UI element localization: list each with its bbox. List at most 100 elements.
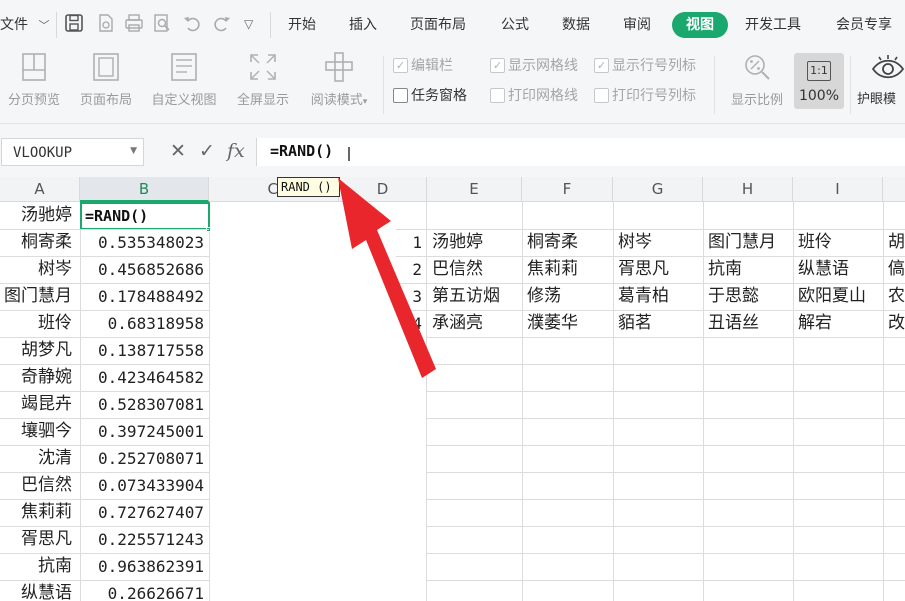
cell-a7[interactable]: 奇静婉	[0, 364, 80, 391]
group-number[interactable]: 4	[396, 310, 426, 337]
sheet-grid[interactable]: 汤驰婷 桐寄柔 树岑 图门慧月 班伶 胡梦凡 奇静婉 竭昆卉 壤驷今 沈清 巴信…	[0, 202, 905, 601]
cell-b7[interactable]: 0.423464582	[81, 364, 208, 391]
group-number[interactable]: 2	[396, 256, 426, 283]
group-cell[interactable]: 巴信然	[427, 256, 522, 283]
cell-a3[interactable]: 树岑	[0, 256, 80, 283]
cell-b2[interactable]: 0.535348023	[81, 229, 208, 256]
cell-a15[interactable]: 纵慧语	[0, 580, 80, 601]
group-cell[interactable]: 修荡	[522, 283, 613, 310]
group-cell[interactable]: 班伶	[793, 229, 883, 256]
function-tooltip[interactable]: RAND ()	[277, 177, 340, 197]
group-cell[interactable]: 焦莉莉	[522, 256, 613, 283]
group-number[interactable]: 1	[396, 229, 426, 256]
cell-b11[interactable]: 0.073433904	[81, 472, 208, 499]
cell-a5[interactable]: 班伶	[0, 310, 80, 337]
group-cell[interactable]: 纵慧语	[793, 256, 883, 283]
active-cell-b1[interactable]: =RAND()	[80, 202, 210, 230]
print-preview-icon[interactable]	[152, 13, 172, 38]
column-header-f[interactable]: F	[522, 177, 613, 202]
export-pdf-icon[interactable]	[96, 13, 116, 38]
tab-review[interactable]: 审阅	[623, 14, 651, 34]
group-cell[interactable]: 第五访烟	[427, 283, 522, 310]
zoom-button[interactable]: 显示比例	[722, 50, 792, 108]
group-cell[interactable]: 解宕	[793, 310, 883, 337]
formula-input[interactable]: =RAND()	[256, 138, 905, 166]
cancel-icon[interactable]: ✕	[170, 140, 186, 162]
cell-b4[interactable]: 0.178488492	[81, 283, 208, 310]
column-header-g[interactable]: G	[613, 177, 703, 202]
group-cell[interactable]: 汤驰婷	[427, 229, 522, 256]
cell-a11[interactable]: 巴信然	[0, 472, 80, 499]
cell-b13[interactable]: 0.225571243	[81, 526, 208, 553]
file-menu[interactable]: 文件 ﹀	[0, 14, 49, 34]
cell-a14[interactable]: 抗南	[0, 553, 80, 580]
checkbox-show-gridlines[interactable]: ✓显示网格线	[490, 55, 578, 75]
tab-formulas[interactable]: 公式	[501, 14, 529, 34]
page-break-preview-button[interactable]: 分页预览	[2, 50, 66, 108]
group-cell[interactable]: 桐寄柔	[522, 229, 613, 256]
cell-a10[interactable]: 沈清	[0, 445, 80, 472]
cell-a4[interactable]: 图门慧月	[0, 283, 80, 310]
tab-data[interactable]: 数据	[562, 14, 590, 34]
cell-b12[interactable]: 0.727627407	[81, 499, 208, 526]
reading-mode-button[interactable]: 阅读模式▾	[302, 50, 376, 108]
column-header-e[interactable]: E	[427, 177, 522, 202]
checkbox-formula-bar[interactable]: ✓编辑栏	[393, 55, 453, 75]
cell-a13[interactable]: 胥思凡	[0, 526, 80, 553]
group-cell[interactable]: 欧阳夏山	[793, 283, 883, 310]
tab-home[interactable]: 开始	[288, 14, 316, 34]
cell-a12[interactable]: 焦莉莉	[0, 499, 80, 526]
cell-b5[interactable]: 0.68318958	[81, 310, 208, 337]
cell-b14[interactable]: 0.963862391	[81, 553, 208, 580]
cell-a8[interactable]: 竭昆卉	[0, 391, 80, 418]
column-header-b[interactable]: B	[80, 177, 209, 202]
cell-a6[interactable]: 胡梦凡	[0, 337, 80, 364]
custom-view-button[interactable]: 自定义视图	[146, 50, 222, 108]
column-header-h[interactable]: H	[703, 177, 793, 202]
tab-insert[interactable]: 插入	[349, 14, 377, 34]
customize-toolbar-icon[interactable]: ▽	[244, 17, 253, 31]
tab-member[interactable]: 会员专享	[836, 14, 892, 34]
group-cell[interactable]: 抗南	[703, 256, 793, 283]
fullscreen-button[interactable]: 全屏显示	[230, 50, 296, 108]
eye-protection-button[interactable]: 护眼模	[857, 50, 905, 107]
tab-view[interactable]: 视图	[672, 12, 728, 38]
checkbox-print-headings[interactable]: 打印行号列标	[594, 85, 696, 105]
group-cell[interactable]: 胥思凡	[613, 256, 703, 283]
print-icon[interactable]	[124, 13, 144, 38]
tab-page-layout[interactable]: 页面布局	[410, 14, 466, 34]
checkbox-print-gridlines[interactable]: 打印网格线	[490, 85, 578, 105]
group-cell[interactable]: 葛青柏	[613, 283, 703, 310]
group-number[interactable]: 3	[396, 283, 426, 310]
cell-a1[interactable]: 汤驰婷	[0, 202, 80, 229]
cell-b8[interactable]: 0.528307081	[81, 391, 208, 418]
tab-developer[interactable]: 开发工具	[745, 14, 801, 34]
group-cell[interactable]: 傐	[883, 256, 905, 283]
group-cell[interactable]: 改	[883, 310, 905, 337]
group-cell[interactable]: 农	[883, 283, 905, 310]
cell-b10[interactable]: 0.252708071	[81, 445, 208, 472]
zoom-100-button[interactable]: 1:1 100%	[794, 53, 844, 109]
column-header-a[interactable]: A	[0, 177, 80, 202]
group-cell[interactable]: 树岑	[613, 229, 703, 256]
group-cell[interactable]: 貊茗	[613, 310, 703, 337]
cell-b9[interactable]: 0.397245001	[81, 418, 208, 445]
group-cell[interactable]: 胡	[883, 229, 905, 256]
cell-a2[interactable]: 桐寄柔	[0, 229, 80, 256]
redo-icon[interactable]	[212, 13, 232, 38]
chevron-down-icon[interactable]: ▼	[130, 146, 137, 156]
checkbox-task-pane[interactable]: 任务窗格	[393, 85, 467, 105]
column-header-d[interactable]: D	[339, 177, 427, 202]
checkbox-show-headings[interactable]: ✓显示行号列标	[594, 55, 696, 75]
group-cell[interactable]: 濮萎华	[522, 310, 613, 337]
insert-function-icon[interactable]: fx	[227, 140, 245, 162]
undo-icon[interactable]	[182, 13, 202, 38]
save-icon[interactable]	[64, 13, 84, 38]
cell-a9[interactable]: 壤驷今	[0, 418, 80, 445]
group-cell[interactable]: 于思懿	[703, 283, 793, 310]
name-box[interactable]: VLOOKUP ▼	[1, 138, 144, 166]
cell-b15[interactable]: 0.26626671	[81, 580, 208, 601]
confirm-icon[interactable]: ✓	[199, 140, 215, 162]
group-cell[interactable]: 丑语丝	[703, 310, 793, 337]
page-layout-button[interactable]: 页面布局	[74, 50, 138, 108]
